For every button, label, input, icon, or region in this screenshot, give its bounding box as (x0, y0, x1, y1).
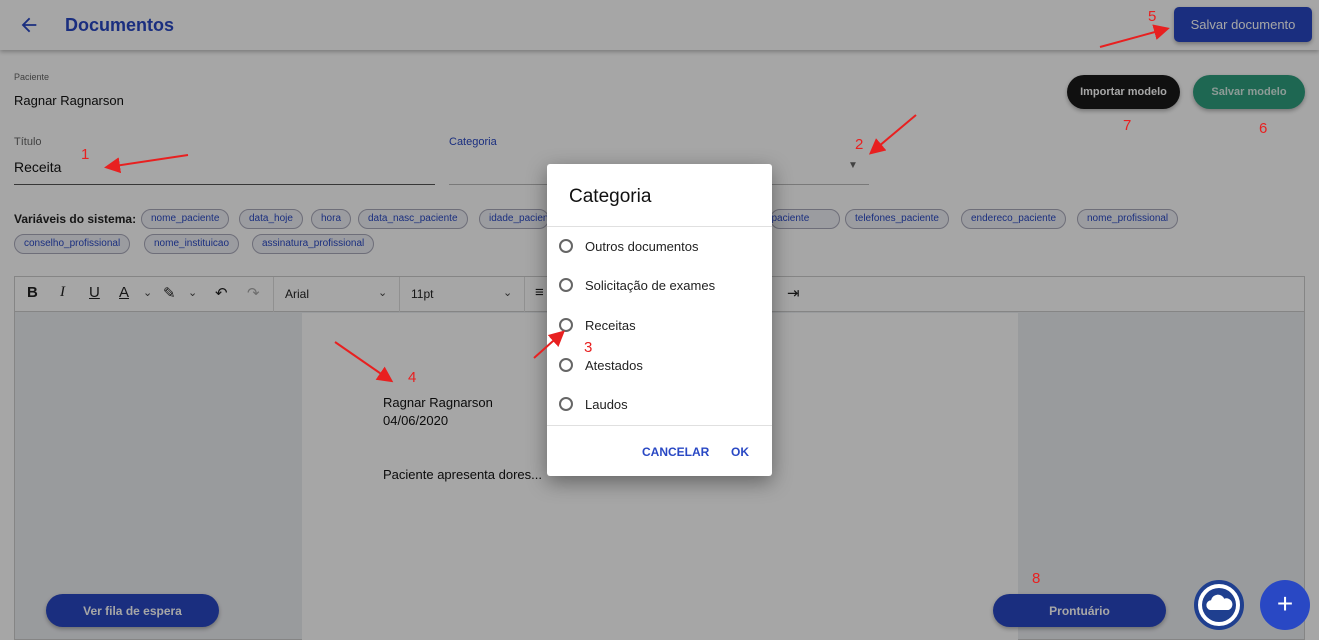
category-dialog: Categoria Outros documentos Solicitação … (547, 164, 772, 476)
option-solicitacao-exames[interactable]: Solicitação de exames (559, 274, 759, 296)
radio-icon[interactable] (559, 239, 573, 253)
option-laudos[interactable]: Laudos (559, 393, 759, 415)
dialog-divider (547, 425, 772, 426)
cancel-button[interactable]: CANCELAR (642, 445, 709, 459)
annotation-number: 2 (855, 136, 864, 153)
radio-icon[interactable] (559, 318, 573, 332)
option-atestados[interactable]: Atestados (559, 354, 759, 376)
radio-icon[interactable] (559, 278, 573, 292)
option-outros-documentos[interactable]: Outros documentos (559, 235, 759, 257)
option-receitas[interactable]: Receitas (559, 314, 759, 336)
dialog-divider (547, 226, 772, 227)
cloud-icon (1202, 588, 1236, 622)
dialog-title: Categoria (569, 186, 652, 207)
annotation-number: 3 (584, 339, 593, 356)
annotation-number: 7 (1123, 117, 1132, 134)
annotation-number: 8 (1032, 570, 1041, 587)
cloud-sync-button[interactable] (1194, 580, 1244, 630)
ok-button[interactable]: OK (731, 445, 749, 459)
radio-icon[interactable] (559, 358, 573, 372)
annotation-number: 6 (1259, 120, 1268, 137)
annotation-number: 4 (408, 369, 417, 386)
plus-icon: + (1276, 588, 1294, 619)
annotation-number: 1 (81, 146, 90, 163)
add-button[interactable]: + (1260, 580, 1310, 630)
annotation-number: 5 (1148, 8, 1157, 25)
radio-icon[interactable] (559, 397, 573, 411)
